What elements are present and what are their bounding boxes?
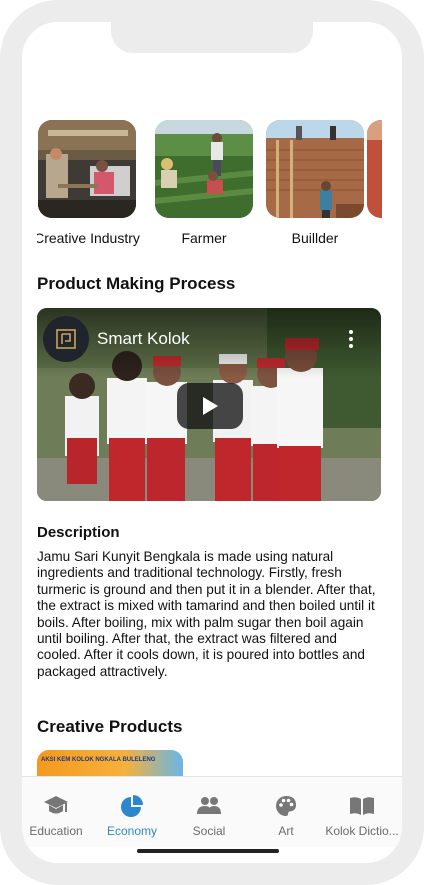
category-next-partial[interactable] <box>367 120 382 218</box>
pie-chart-icon <box>121 795 143 817</box>
weaving-loom-photo <box>38 120 136 218</box>
category-creative-industry[interactable]: Creative Industry <box>37 120 147 246</box>
nav-label: Kolok Dictio... <box>325 824 399 838</box>
nav-label: Education <box>29 824 83 838</box>
category-builder[interactable]: Buillder <box>255 120 375 246</box>
category-label: Buillder <box>291 230 339 246</box>
nav-label: Economy <box>106 824 158 838</box>
nav-label: Social <box>192 824 226 838</box>
palette-icon <box>276 796 296 816</box>
category-label: Farmer <box>181 230 227 246</box>
channel-logo-icon <box>56 329 76 349</box>
category-thumbnail <box>367 120 382 218</box>
nav-kolok-dictionary[interactable]: Kolok Dictio... <box>324 777 400 838</box>
description-text: Jamu Sari Kunyit Bengkala is made using … <box>37 549 376 679</box>
play-icon <box>203 397 218 415</box>
farm-field-photo <box>155 120 253 218</box>
description-title: Description <box>37 524 120 541</box>
book-icon <box>350 797 374 815</box>
people-icon <box>197 797 221 814</box>
video-player[interactable]: Smart Kolok <box>37 308 381 501</box>
video-channel-title[interactable]: Smart Kolok <box>97 329 190 349</box>
product-card-text: AKSI KEM KOLOK NGKALA BULELENG <box>41 757 156 763</box>
nav-art[interactable]: Art <box>248 777 324 838</box>
nav-social[interactable]: Social <box>171 777 247 838</box>
nav-education[interactable]: Education <box>18 777 94 838</box>
home-indicator[interactable] <box>137 849 279 853</box>
process-section-title: Product Making Process <box>37 274 236 293</box>
graduation-cap-icon <box>44 796 68 814</box>
brick-building-photo <box>266 120 364 218</box>
phone-notch <box>111 0 313 53</box>
category-farmer[interactable]: Farmer <box>144 120 264 246</box>
category-label: Creative Industry <box>37 230 140 246</box>
channel-avatar[interactable] <box>43 316 89 362</box>
nav-economy[interactable]: Economy <box>94 777 170 838</box>
category-carousel[interactable]: Creative Industry Farmer Buillder <box>37 120 382 250</box>
more-vertical-icon[interactable] <box>349 330 353 351</box>
play-button[interactable] <box>177 383 243 429</box>
nav-label: Art <box>278 824 294 838</box>
creative-products-title: Creative Products <box>37 717 183 736</box>
bottom-navigation: Education Economy Social Art Kolok Dicti… <box>22 776 402 847</box>
